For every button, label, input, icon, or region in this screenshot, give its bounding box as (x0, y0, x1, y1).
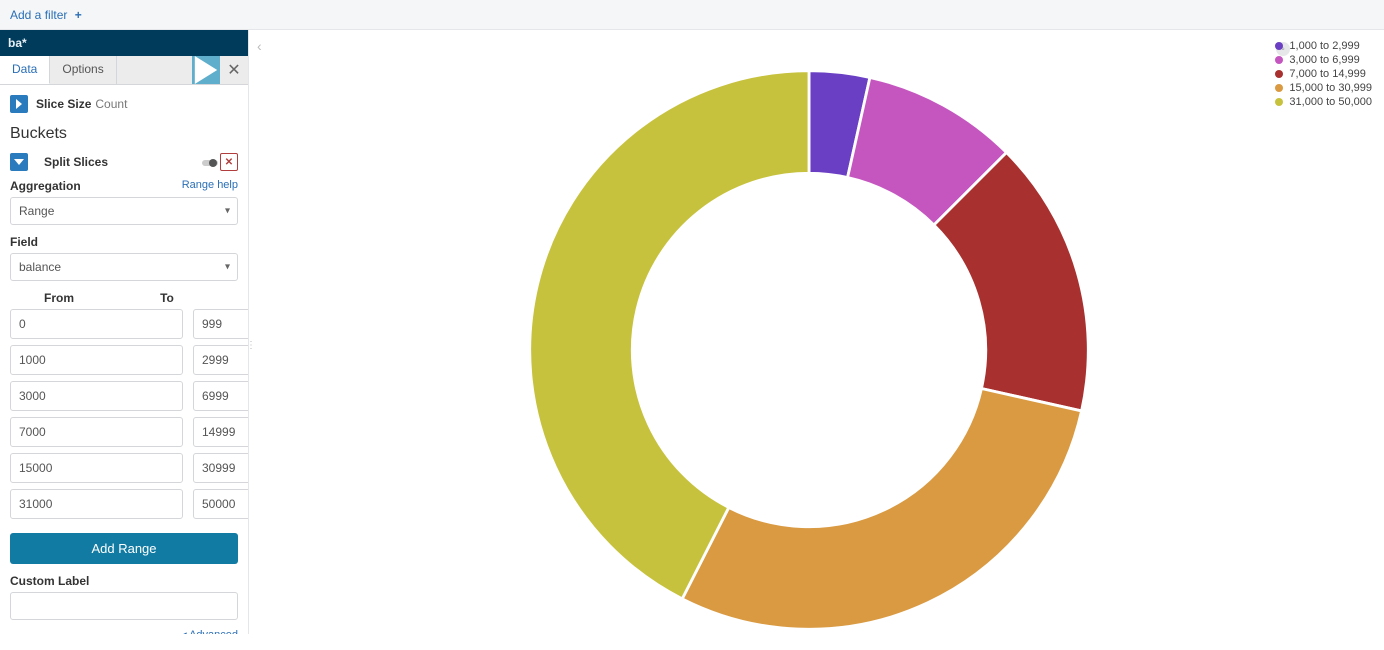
legend-label: 3,000 to 6,999 (1289, 54, 1359, 66)
plus-icon: + (75, 8, 82, 22)
advanced-link[interactable]: ◂ Advanced (10, 628, 238, 634)
legend-color-icon (1275, 84, 1283, 92)
range-to-input[interactable] (193, 489, 248, 519)
range-from-input[interactable] (10, 453, 183, 483)
index-pattern-label[interactable]: ba* (0, 30, 248, 56)
discard-button[interactable]: ✕ (220, 56, 248, 84)
range-from-input[interactable] (10, 309, 183, 339)
legend-label: 7,000 to 14,999 (1289, 68, 1365, 80)
tab-data[interactable]: Data (0, 56, 50, 84)
toggle-icon[interactable] (202, 155, 216, 169)
aggregation-label: Aggregation (10, 179, 81, 193)
legend-label: 31,000 to 50,000 (1289, 96, 1372, 108)
legend-label: 15,000 to 30,999 (1289, 82, 1372, 94)
field-label: Field (10, 235, 38, 249)
ranges-list: ✕ ✕ ✕ ✕ ✕ ✕ (10, 309, 238, 519)
range-to-input[interactable] (193, 381, 248, 411)
range-row: ✕ (10, 417, 238, 447)
range-row: ✕ (10, 345, 238, 375)
legend-item[interactable]: 3,000 to 6,999 (1275, 54, 1372, 66)
range-row: ✕ (10, 381, 238, 411)
add-filter-label: Add a filter (10, 8, 67, 22)
range-to-header: To (118, 291, 216, 305)
donut-slice[interactable] (682, 389, 1081, 630)
legend-item[interactable]: 1,000 to 2,999 (1275, 40, 1372, 52)
legend-color-icon (1275, 70, 1283, 78)
legend-item[interactable]: 7,000 to 14,999 (1275, 68, 1372, 80)
range-to-input[interactable] (193, 345, 248, 375)
range-from-input[interactable] (10, 381, 183, 411)
collapse-sidebar-icon[interactable]: ‹ (257, 38, 262, 54)
range-from-input[interactable] (10, 489, 183, 519)
tabs-row: Data Options ✕ (0, 56, 248, 85)
visualization-area: ‹ ⋮ ◦ 1,000 to 2,9993,000 to 6,9997,000 … (249, 30, 1384, 634)
aggregation-select[interactable]: Range (10, 197, 238, 225)
editor-sidebar: ba* Data Options ✕ Slice Size Count Buck… (0, 30, 249, 634)
buckets-heading: Buckets (10, 125, 238, 143)
range-help-link[interactable]: Range help (182, 179, 238, 193)
legend-label: 1,000 to 2,999 (1289, 40, 1359, 52)
legend-item[interactable]: 31,000 to 50,000 (1275, 96, 1372, 108)
split-slices-label: Split Slices (44, 155, 198, 169)
legend-color-icon (1275, 56, 1283, 64)
legend-color-icon (1275, 42, 1283, 50)
resize-handle-icon[interactable]: ⋮ (246, 340, 257, 351)
chart-legend: 1,000 to 2,999 3,000 to 6,999 7,000 to 14,… (1275, 40, 1372, 110)
slice-size-label: Slice Size (36, 97, 91, 111)
range-row: ✕ (10, 489, 238, 519)
range-from-input[interactable] (10, 345, 183, 375)
range-from-header: From (10, 291, 108, 305)
apply-button[interactable] (192, 56, 220, 84)
field-select[interactable]: balance (10, 253, 238, 281)
range-from-input[interactable] (10, 417, 183, 447)
donut-slice[interactable] (530, 71, 809, 599)
legend-item[interactable]: 15,000 to 30,999 (1275, 82, 1372, 94)
range-row: ✕ (10, 309, 238, 339)
custom-label-input[interactable] (10, 592, 238, 620)
add-filter-link[interactable]: Add a filter + (10, 8, 82, 22)
range-to-input[interactable] (193, 417, 248, 447)
caret-left-icon: ◂ (181, 629, 187, 634)
remove-bucket-button[interactable]: ✕ (220, 153, 238, 171)
donut-chart[interactable] (524, 65, 1094, 635)
caret-down-icon[interactable] (10, 153, 28, 171)
custom-label-heading: Custom Label (10, 574, 238, 588)
caret-right-icon (10, 95, 28, 113)
metric-row[interactable]: Slice Size Count (10, 95, 238, 113)
range-to-input[interactable] (193, 453, 248, 483)
range-to-input[interactable] (193, 309, 248, 339)
add-range-button[interactable]: Add Range (10, 533, 238, 564)
tab-options[interactable]: Options (50, 56, 116, 84)
range-row: ✕ (10, 453, 238, 483)
slice-size-agg: Count (95, 97, 127, 111)
legend-color-icon (1275, 98, 1283, 106)
